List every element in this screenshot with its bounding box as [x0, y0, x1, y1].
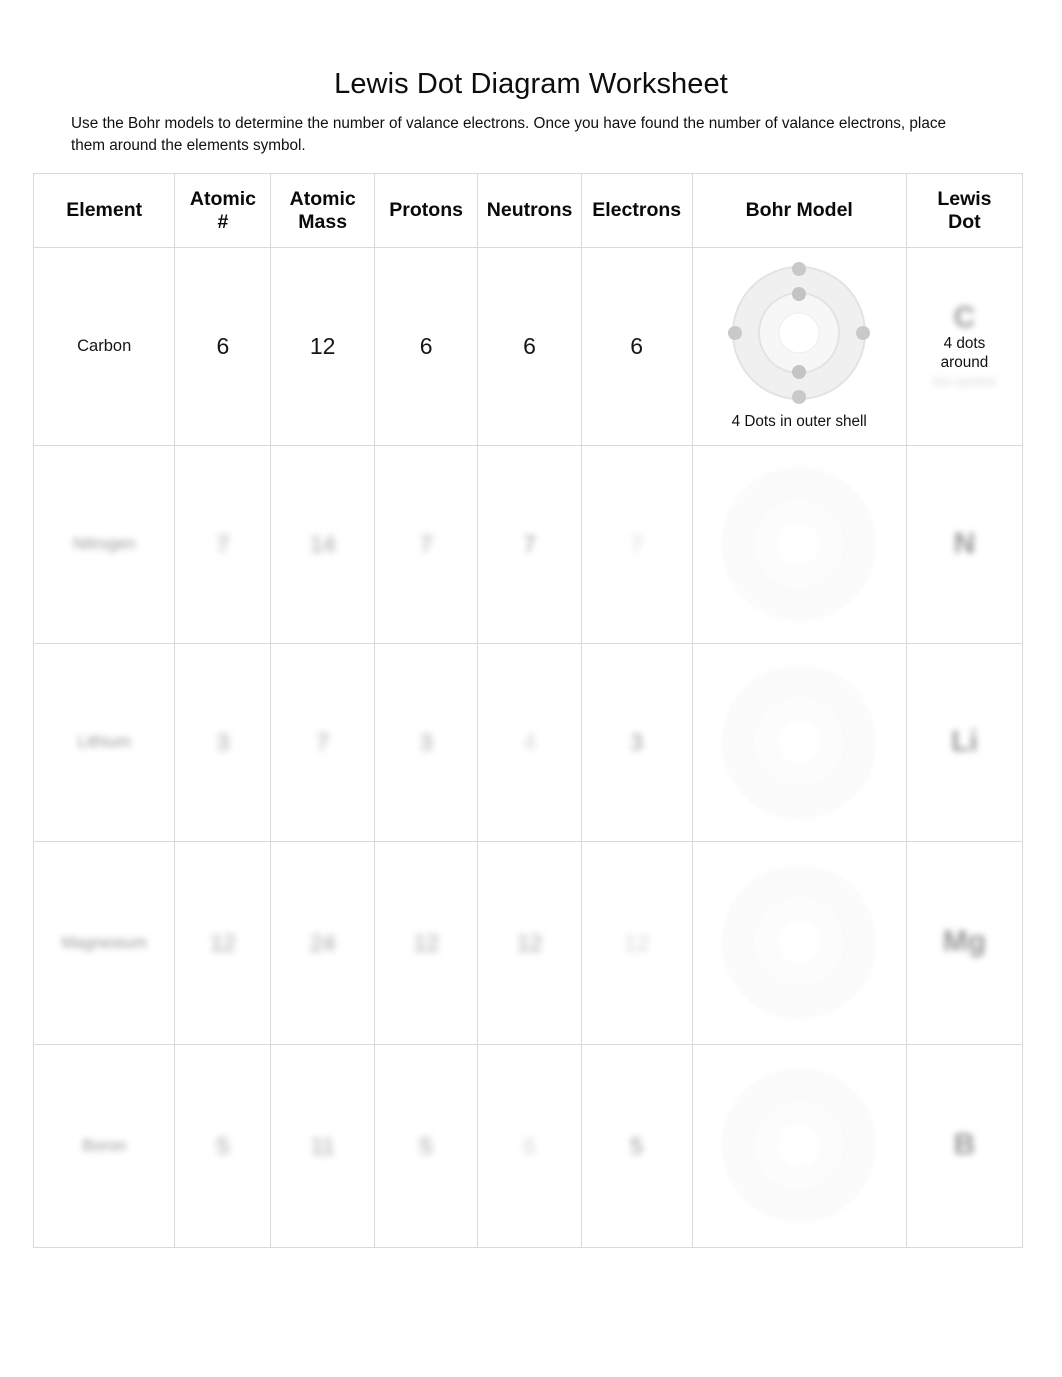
column-header-atomic-mass: Atomic Mass: [270, 173, 375, 248]
cell-bohr-model: [691, 841, 907, 1045]
bohr-model-icon: [722, 664, 877, 819]
bohr-model-icon: [722, 865, 877, 1019]
cell-element: Carbon: [32, 247, 176, 446]
header-label-bohr-model: Bohr Model: [745, 199, 853, 221]
lewis-dot-table: Element Atomic # Atomic Mass Protons Neu…: [32, 173, 1024, 1248]
worksheet-page: Lewis Dot Diagram Worksheet Use the Bohr…: [0, 0, 1062, 1377]
table-header: Element Atomic # Atomic Mass Protons Neu…: [32, 173, 1024, 248]
lewis-element-symbol: C: [953, 301, 976, 335]
lewis-dot-note: 4 dots around: [941, 335, 989, 372]
column-header-element: Element: [32, 173, 176, 248]
table-row: Boron 5 11 5 6 5 B: [32, 1044, 1024, 1248]
lewis-element-symbol: Mg: [942, 925, 987, 958]
cell-element: Boron: [32, 1044, 176, 1248]
page-title: Lewis Dot Diagram Worksheet: [334, 68, 728, 100]
cell-protons: 12: [373, 841, 479, 1045]
cell-protons: 3: [373, 643, 479, 842]
lewis-dot-subnote: the symbol: [932, 374, 996, 390]
cell-lewis-dot: Li: [905, 643, 1024, 842]
cell-atomic-number: 5: [174, 1044, 272, 1248]
cell-atomic-number: 7: [174, 445, 272, 644]
cell-electrons: 3: [580, 643, 693, 842]
table-body: Carbon 6 12 6 6 6 4 Dots in outer shell …: [32, 247, 1024, 1248]
header-label-neutrons: Neutrons: [486, 199, 573, 221]
bohr-model-icon: [722, 466, 877, 621]
cell-protons: 5: [373, 1044, 479, 1248]
table-row: Nitrogen 7 14 7 7 7 N: [32, 445, 1024, 644]
bohr-model-caption: 4 Dots in outer shell: [731, 413, 867, 431]
column-header-electrons: Electrons: [580, 173, 693, 248]
bohr-model-icon: [728, 262, 871, 405]
cell-element: Nitrogen: [32, 445, 176, 644]
cell-lewis-dot: B: [905, 1044, 1024, 1248]
instructions-text: Use the Bohr models to determine the num…: [71, 115, 946, 155]
cell-atomic-number: 3: [174, 643, 272, 842]
cell-electrons: 7: [580, 445, 693, 644]
bohr-model-icon: [722, 1068, 877, 1222]
lewis-element-symbol: N: [953, 526, 976, 560]
cell-atomic-mass: 7: [270, 643, 375, 842]
column-header-bohr-model: Bohr Model: [691, 173, 907, 248]
cell-atomic-mass: 14: [270, 445, 375, 644]
column-header-protons: Protons: [373, 173, 479, 248]
header-label-atomic-number-line1: Atomic: [189, 187, 256, 210]
cell-bohr-model: 4 Dots in outer shell: [691, 247, 907, 446]
cell-atomic-mass: 11: [270, 1044, 375, 1248]
table-row: Magnesium 12 24 12 12 12 Mg: [32, 841, 1024, 1045]
lewis-dot-note-line2: around: [940, 353, 989, 371]
cell-electrons: 6: [580, 247, 693, 446]
cell-protons: 6: [373, 247, 479, 446]
cell-lewis-dot: Mg: [905, 841, 1024, 1045]
cell-atomic-number: 12: [174, 841, 272, 1045]
lewis-element-symbol: B: [953, 1128, 976, 1161]
cell-electrons: 5: [580, 1044, 693, 1248]
header-label-atomic-number-line2: #: [217, 210, 229, 233]
column-header-atomic-number: Atomic #: [174, 173, 272, 248]
column-header-lewis-dot: Lewis Dot: [905, 173, 1024, 248]
cell-electrons: 12: [580, 841, 693, 1045]
lewis-element-symbol: Li: [951, 724, 978, 758]
cell-element: Lithium: [32, 643, 176, 842]
cell-atomic-number: 6: [174, 247, 272, 446]
table-row: Carbon 6 12 6 6 6 4 Dots in outer shell …: [32, 247, 1024, 446]
cell-lewis-dot: N: [905, 445, 1024, 644]
cell-neutrons: 12: [477, 841, 582, 1045]
cell-atomic-mass: 24: [270, 841, 375, 1045]
cell-atomic-mass: 12: [270, 247, 375, 446]
header-label-atomic-mass-line1: Atomic: [289, 187, 356, 210]
header-label-lewis-dot-line1: Lewis: [937, 187, 992, 210]
cell-protons: 7: [373, 445, 479, 644]
cell-element: Magnesium: [32, 841, 176, 1045]
header-label-atomic-mass-line2: Mass: [298, 210, 348, 233]
cell-neutrons: 4: [477, 643, 582, 842]
header-label-electrons: Electrons: [592, 199, 682, 221]
cell-lewis-dot: C 4 dots around the symbol: [905, 247, 1024, 446]
header-label-protons: Protons: [389, 199, 463, 221]
cell-neutrons: 6: [477, 1044, 582, 1248]
cell-neutrons: 6: [477, 247, 582, 446]
cell-neutrons: 7: [477, 445, 582, 644]
lewis-dot-note-line1: 4 dots: [943, 335, 986, 353]
cell-bohr-model: [691, 445, 907, 644]
header-label-element: Element: [66, 199, 143, 221]
header-row: Element Atomic # Atomic Mass Protons Neu…: [32, 173, 1024, 248]
cell-bohr-model: [691, 1044, 907, 1248]
header-label-lewis-dot-line2: Dot: [948, 210, 981, 233]
cell-bohr-model: [691, 643, 907, 842]
table-row: Lithium 3 7 3 4 3 Li: [32, 643, 1024, 842]
column-header-neutrons: Neutrons: [477, 173, 582, 248]
